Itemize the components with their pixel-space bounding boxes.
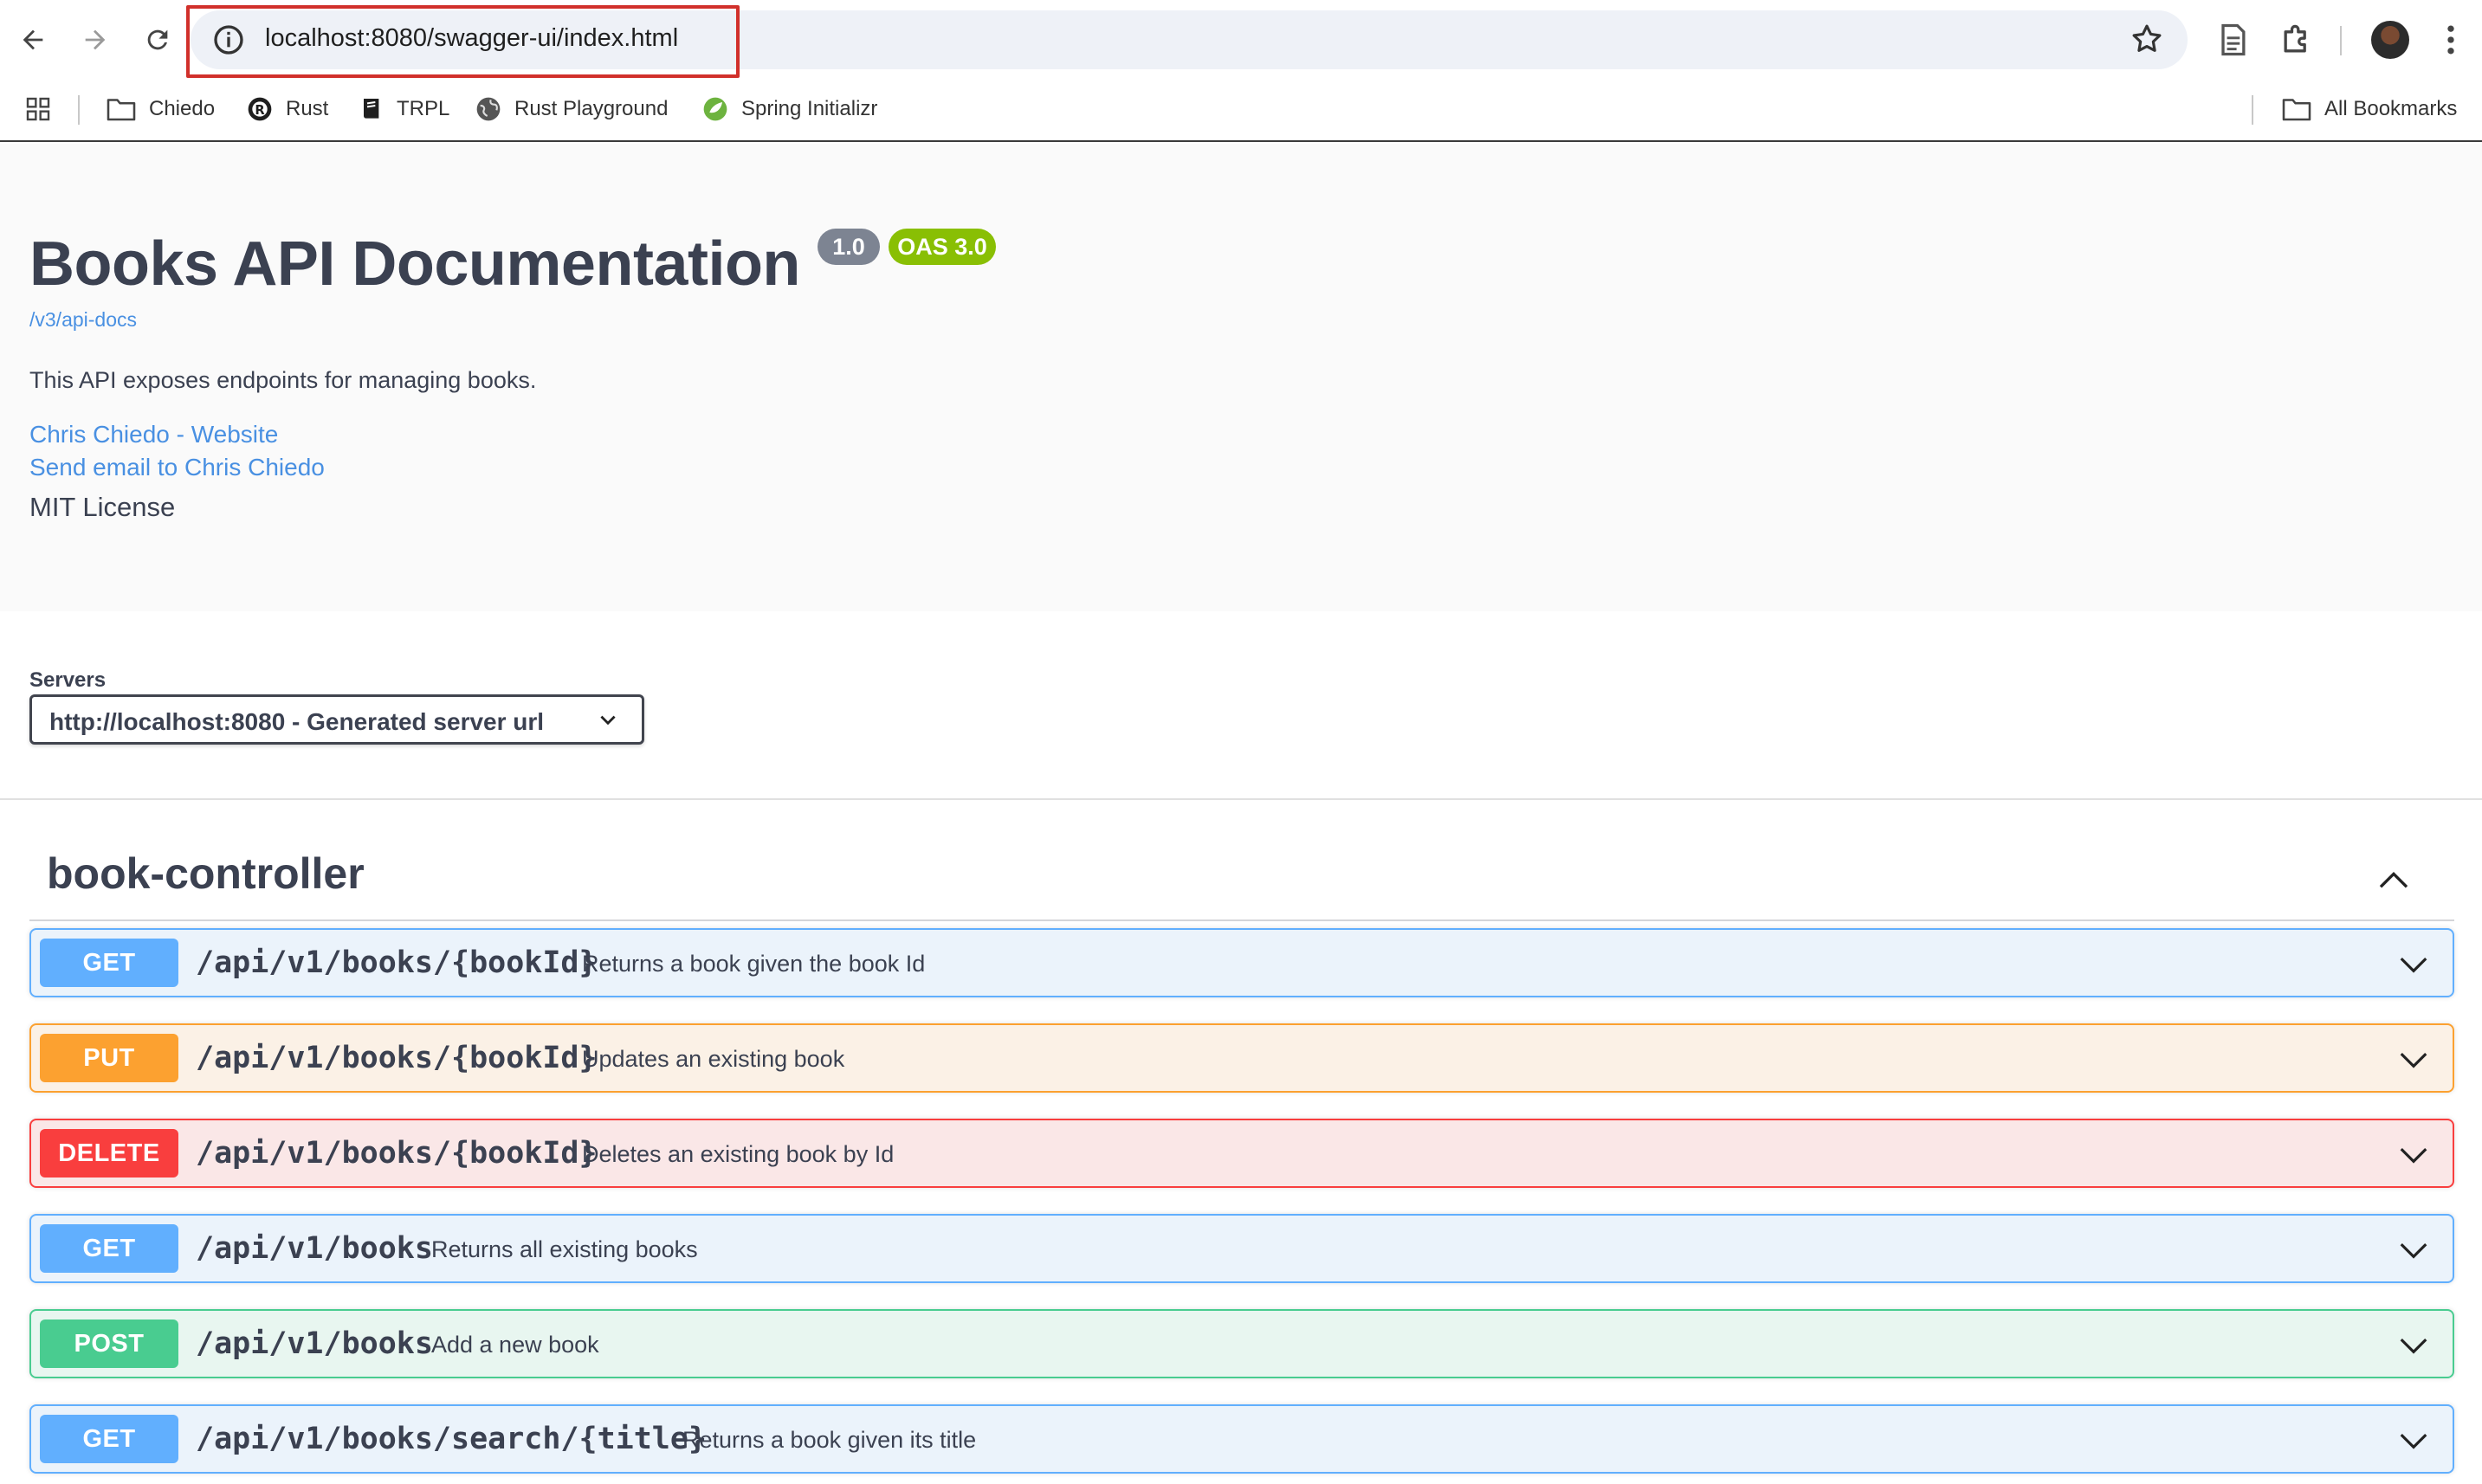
bookmark-label: Spring Initializr <box>741 97 878 120</box>
reload-icon <box>147 29 168 50</box>
chevron-down-icon <box>600 715 616 726</box>
api-info-panel: Books API Documentation 1.0 OAS 3.0 /v3/… <box>0 144 2482 611</box>
method-badge: GET <box>40 1224 178 1273</box>
svg-text:R: R <box>255 103 264 118</box>
operation-get-book-by-id[interactable]: GET /api/v1/books/{bookId} Returns a boo… <box>29 928 2454 997</box>
bookmark-label: Chiedo <box>149 97 216 120</box>
operation-summary: Returns a book given the book Id <box>582 951 926 977</box>
bookmark-label: Rust <box>286 97 329 120</box>
api-docs-link[interactable]: /v3/api-docs <box>29 308 137 332</box>
version-badge: 1.0 <box>818 229 880 265</box>
operation-path: /api/v1/books/{bookId} <box>196 945 598 980</box>
operation-summary: Returns all existing books <box>431 1236 698 1262</box>
tag-name: book-controller <box>47 849 365 898</box>
operation-path: /api/v1/books <box>196 1231 433 1266</box>
operation-path: /api/v1/books/{bookId} <box>196 1041 598 1075</box>
operation-summary: Returns a book given its title <box>682 1427 977 1453</box>
method-badge: GET <box>40 939 178 987</box>
bookmark-separator <box>2252 95 2253 125</box>
operation-summary: Deletes an existing book by Id <box>582 1141 895 1167</box>
rust-logo-icon: R <box>248 97 272 121</box>
info-icon[interactable] <box>211 23 246 57</box>
chevron-down-icon[interactable] <box>2397 1235 2430 1268</box>
all-bookmarks-button[interactable]: All Bookmarks <box>2281 92 2457 126</box>
book-icon <box>364 99 379 119</box>
bookmark-trpl[interactable]: TRPL <box>357 92 449 126</box>
chevron-down-icon[interactable] <box>2397 1139 2430 1172</box>
license-text: MIT License <box>29 492 176 522</box>
method-badge: PUT <box>40 1034 178 1082</box>
reading-mode-icon[interactable] <box>2214 21 2252 59</box>
operation-delete-book[interactable]: DELETE /api/v1/books/{bookId} Deletes an… <box>29 1119 2454 1188</box>
profile-avatar[interactable] <box>2371 21 2409 59</box>
operation-path: /api/v1/books/search/{title} <box>196 1422 708 1456</box>
servers-selected-value: http://localhost:8080 - Generated server… <box>49 708 545 735</box>
arrow-right-icon <box>85 29 106 50</box>
bookmark-separator <box>78 95 80 125</box>
operation-search-book-by-title[interactable]: GET /api/v1/books/search/{title} Returns… <box>29 1404 2454 1474</box>
folder-icon <box>107 99 136 121</box>
chevron-up-icon[interactable] <box>2376 862 2411 897</box>
contact-website-link[interactable]: Chris Chiedo - Website <box>29 421 278 448</box>
servers-select[interactable]: http://localhost:8080 - Generated server… <box>29 694 644 745</box>
bookmark-spring-initializr[interactable]: Spring Initializr <box>701 92 877 126</box>
oas-badge: OAS 3.0 <box>889 229 996 265</box>
apps-button[interactable] <box>24 92 64 126</box>
operation-put-book[interactable]: PUT /api/v1/books/{bookId} Updates an ex… <box>29 1023 2454 1093</box>
operation-path: /api/v1/books/{bookId} <box>196 1136 598 1171</box>
chevron-down-icon[interactable] <box>2397 1330 2430 1363</box>
folder-icon <box>2282 99 2311 121</box>
chevron-down-icon[interactable] <box>2397 1425 2430 1458</box>
bookmark-star-icon[interactable] <box>2129 21 2165 57</box>
bookmark-label: TRPL <box>397 97 450 120</box>
servers-section: Servers http://localhost:8080 - Generate… <box>0 611 2482 800</box>
operation-get-all-books[interactable]: GET /api/v1/books Returns all existing b… <box>29 1214 2454 1283</box>
browser-chrome: localhost:8080/swagger-ui/index.html Chi… <box>0 0 2482 142</box>
bookmark-rust[interactable]: R Rust <box>246 92 328 126</box>
apps-grid-icon <box>26 97 50 121</box>
bookmark-label: Rust Playground <box>514 97 669 120</box>
operation-post-book[interactable]: POST /api/v1/books Add a new book <box>29 1309 2454 1378</box>
back-button[interactable] <box>10 17 55 62</box>
operation-summary: Updates an existing book <box>582 1046 845 1072</box>
globe-icon <box>476 97 501 121</box>
page-title: Books API Documentation <box>29 229 800 299</box>
bookmark-chiedo[interactable]: Chiedo <box>106 92 215 126</box>
toolbar-separator <box>2340 26 2342 55</box>
arrow-left-icon <box>23 29 43 50</box>
method-badge: POST <box>40 1319 178 1368</box>
bookmark-rust-playground[interactable]: Rust Playground <box>475 92 668 126</box>
contact-email-link[interactable]: Send email to Chris Chiedo <box>29 454 325 481</box>
url-text[interactable]: localhost:8080/swagger-ui/index.html <box>265 24 678 53</box>
api-description: This API exposes endpoints for managing … <box>29 367 537 393</box>
forward-button[interactable] <box>73 17 118 62</box>
browser-toolbar: localhost:8080/swagger-ui/index.html <box>0 0 2482 80</box>
method-badge: DELETE <box>40 1129 178 1178</box>
chevron-down-icon[interactable] <box>2397 949 2430 982</box>
extensions-puzzle-icon[interactable] <box>2278 21 2316 59</box>
all-bookmarks-label: All Bookmarks <box>2324 97 2458 120</box>
more-menu-icon[interactable] <box>2432 21 2470 59</box>
reload-button[interactable] <box>135 17 180 62</box>
chevron-down-icon[interactable] <box>2397 1044 2430 1077</box>
servers-label: Servers <box>29 668 107 692</box>
method-badge: GET <box>40 1415 178 1463</box>
spring-logo-icon <box>703 97 727 121</box>
operation-summary: Add a new book <box>431 1332 599 1358</box>
operation-path: /api/v1/books <box>196 1326 433 1361</box>
bookmarks-bar: Chiedo R Rust TRPL Rust Playground Sprin… <box>0 87 2482 133</box>
tag-header-book-controller[interactable]: book-controller <box>29 836 2454 921</box>
